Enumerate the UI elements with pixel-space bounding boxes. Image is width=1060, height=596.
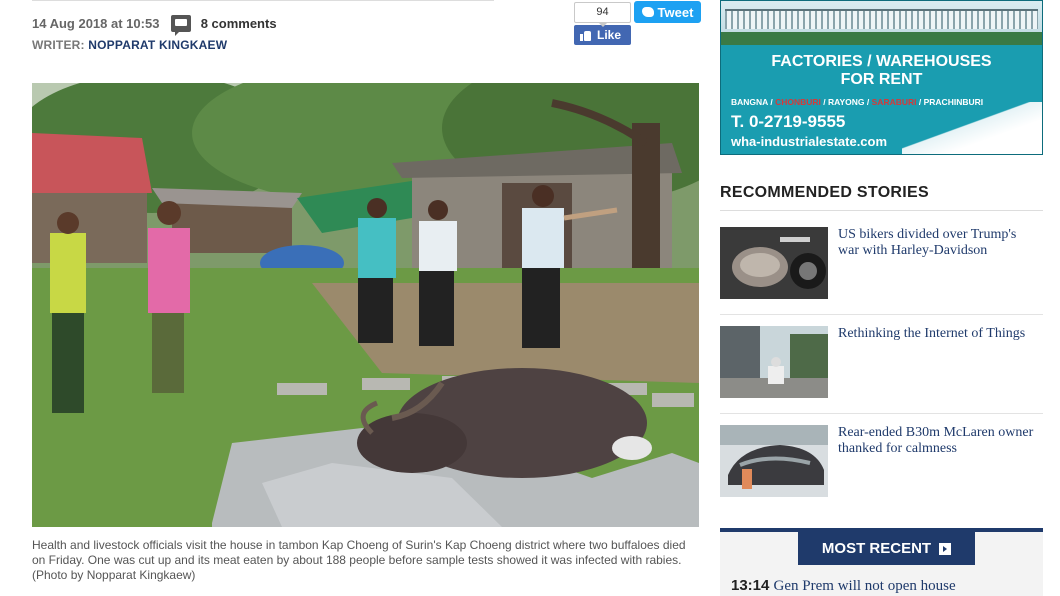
like-count: 94 bbox=[574, 2, 631, 27]
most-recent-tab[interactable]: MOST RECENT bbox=[798, 532, 975, 565]
ad-title: FACTORIES / WAREHOUSES FOR RENT bbox=[721, 53, 1042, 89]
ad-loc-saraburi: SARABURI bbox=[871, 97, 917, 107]
most-recent-label: MOST RECENT bbox=[821, 540, 932, 557]
like-label: Like bbox=[597, 28, 622, 42]
ad-lawn bbox=[721, 32, 1042, 45]
twitter-bird-icon bbox=[641, 7, 654, 17]
ad-locations: BANGNA / CHONBURI / RAYONG / SARABURI / … bbox=[731, 97, 983, 107]
recommended-story-3-title[interactable]: Rear-ended B30m McLaren owner thanked fo… bbox=[838, 425, 1038, 457]
ad-loc-chonburi: CHONBURI bbox=[775, 97, 821, 107]
most-recent-time: 13:14 bbox=[731, 577, 770, 594]
warehouse-ad-banner[interactable]: FACTORIES / WAREHOUSES FOR RENT BANGNA /… bbox=[720, 0, 1043, 155]
recommended-story-3[interactable]: Rear-ended B30m McLaren owner thanked fo… bbox=[720, 425, 1043, 501]
comment-icon[interactable] bbox=[171, 15, 192, 37]
comments-link[interactable]: 8 comments bbox=[201, 16, 277, 31]
most-recent-headline[interactable]: Gen Prem will not open house bbox=[774, 578, 956, 594]
recommended-story-1[interactable]: US bikers divided over Trump's war with … bbox=[720, 227, 1043, 303]
recommended-story-2-title[interactable]: Rethinking the Internet of Things bbox=[838, 326, 1038, 342]
thumbs-up-icon bbox=[580, 30, 591, 41]
top-divider bbox=[32, 0, 494, 1]
tweet-label: Tweet bbox=[657, 4, 694, 20]
recommended-separator bbox=[720, 413, 1043, 414]
facebook-like-button[interactable]: Like bbox=[574, 25, 631, 45]
facebook-like-widget: 94 Like bbox=[574, 2, 631, 45]
writer-line: WRITER: NOPPARAT KINGKAEW bbox=[32, 38, 227, 52]
ad-title-line2: FOR RENT bbox=[840, 71, 923, 88]
ad-photo-band bbox=[721, 1, 1042, 45]
article-meta: 14 Aug 2018 at 10:53 8 comments bbox=[32, 15, 277, 37]
sports-car-photo-icon[interactable] bbox=[720, 425, 828, 497]
recommended-heading: RECOMMENDED STORIES bbox=[720, 184, 929, 201]
ad-phone: T. 0-2719-9555 bbox=[731, 112, 846, 131]
recommended-separator bbox=[720, 314, 1043, 315]
most-recent-item[interactable]: 13:14 Gen Prem will not open house bbox=[731, 577, 956, 595]
city-street-photo-icon[interactable] bbox=[720, 326, 828, 398]
ad-website: wha-industrialestate.com bbox=[731, 134, 888, 149]
motorcycle-photo-icon[interactable] bbox=[720, 227, 828, 299]
recommended-divider bbox=[720, 210, 1043, 211]
ad-title-line1: FACTORIES / WAREHOUSES bbox=[771, 53, 992, 70]
article-photo bbox=[32, 83, 699, 527]
recommended-story-2[interactable]: Rethinking the Internet of Things bbox=[720, 326, 1043, 402]
writer-label: WRITER: bbox=[32, 38, 85, 52]
chevron-right-icon bbox=[939, 542, 952, 555]
writer-name[interactable]: NOPPARAT KINGKAEW bbox=[88, 38, 227, 52]
recommended-story-1-title[interactable]: US bikers divided over Trump's war with … bbox=[838, 227, 1038, 259]
ad-loc-rayong: / RAYONG / bbox=[823, 97, 870, 107]
tweet-button[interactable]: Tweet bbox=[634, 1, 701, 23]
ad-loc-bangna: BANGNA / bbox=[731, 97, 773, 107]
photo-caption: Health and livestock officials visit the… bbox=[32, 538, 686, 582]
ad-building-illustration bbox=[725, 9, 1038, 29]
ad-decorative-sweep bbox=[902, 102, 1042, 154]
publish-date: 14 Aug 2018 at 10:53 bbox=[32, 16, 160, 32]
